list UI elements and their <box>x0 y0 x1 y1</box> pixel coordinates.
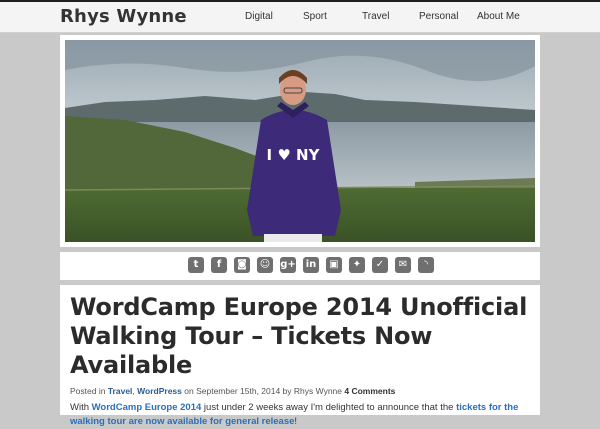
excerpt-text-pre: With <box>70 402 89 413</box>
comments-link[interactable]: 4 Comments <box>344 386 395 396</box>
flickr-icon[interactable]: ✦ <box>349 257 365 273</box>
site-header: Rhys Wynne Digital Sport Travel Personal… <box>0 2 600 33</box>
linkedin-icon[interactable]: in <box>303 257 319 273</box>
shirt-logo: I ♥ NY <box>267 146 321 164</box>
nav-item-about-me[interactable]: About Me <box>477 11 520 22</box>
google-plus-icon[interactable]: g+ <box>280 257 296 273</box>
github-icon[interactable]: ☺ <box>257 257 273 273</box>
post-excerpt: With WordCamp Europe 2014 just under 2 w… <box>70 401 530 429</box>
post-date-author: on September 15th, 2014 by Rhys Wynne <box>184 386 343 396</box>
site-title[interactable]: Rhys Wynne <box>60 6 187 27</box>
post-meta: Posted in Travel, WordPress on September… <box>70 386 530 396</box>
nav-item-personal[interactable]: Personal <box>419 11 458 22</box>
posted-in-label: Posted in <box>70 386 106 396</box>
nav-item-digital[interactable]: Digital <box>245 11 273 22</box>
category-wordpress-link[interactable]: WordPress <box>137 386 182 396</box>
facebook-icon[interactable]: f <box>211 257 227 273</box>
email-icon[interactable]: ✉ <box>395 257 411 273</box>
wordcamp-europe-link[interactable]: WordCamp Europe 2014 <box>92 402 202 413</box>
social-links-bar: t f ◙ ☺ g+ in ▣ ✦ ✓ ✉ ◝ <box>60 252 540 280</box>
category-travel-link[interactable]: Travel <box>108 386 133 396</box>
nav-item-sport[interactable]: Sport <box>303 11 327 22</box>
twitter-icon[interactable]: t <box>188 257 204 273</box>
post-title[interactable]: WordCamp Europe 2014 Unofficial Walking … <box>70 293 530 380</box>
category-separator: , <box>132 386 135 396</box>
header-photo-frame: I ♥ NY <box>60 35 540 247</box>
foursquare-icon[interactable]: ✓ <box>372 257 388 273</box>
rss-icon[interactable]: ◝ <box>418 257 434 273</box>
excerpt-text-end: ! <box>294 416 298 427</box>
nav-item-travel[interactable]: Travel <box>362 11 389 22</box>
windows-live-icon[interactable]: ▣ <box>326 257 342 273</box>
blog-post: WordCamp Europe 2014 Unofficial Walking … <box>60 285 540 427</box>
header-photo: I ♥ NY <box>65 40 535 242</box>
instagram-icon[interactable]: ◙ <box>234 257 250 273</box>
excerpt-text-mid: just under 2 weeks away I'm delighted to… <box>203 402 454 413</box>
